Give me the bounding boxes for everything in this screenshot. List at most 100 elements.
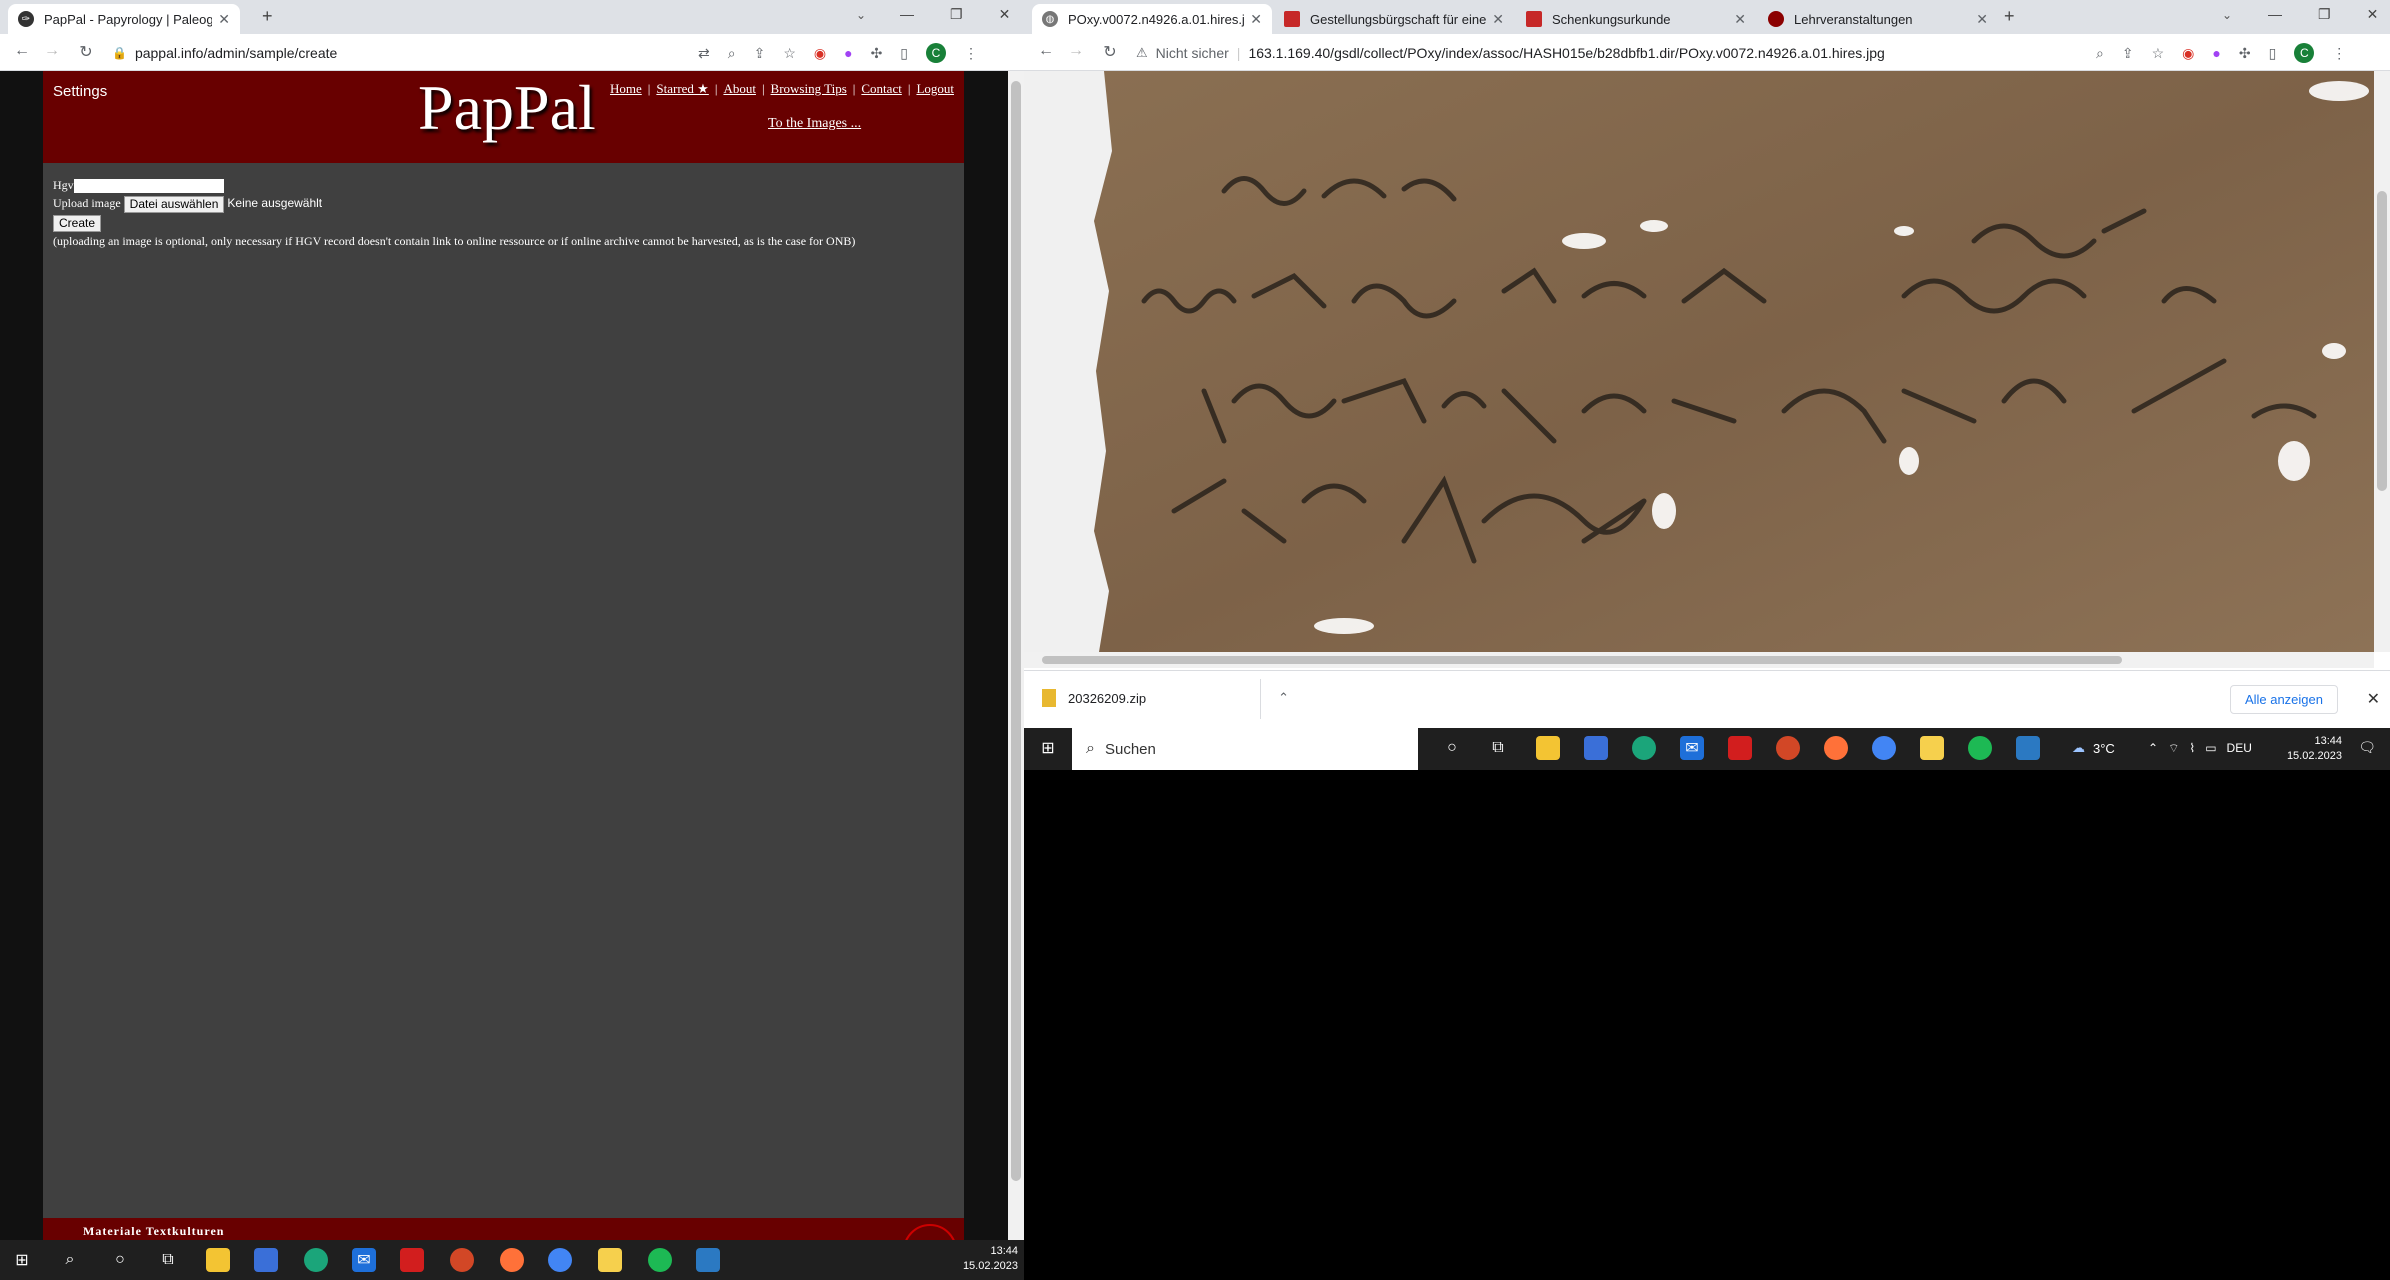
language-indicator[interactable]: DEU: [2227, 741, 2252, 756]
restore-icon[interactable]: ❐: [950, 6, 963, 23]
new-tab-icon[interactable]: +: [262, 6, 273, 27]
zoom-icon[interactable]: ⌕: [728, 45, 736, 62]
windows-start-icon[interactable]: ⊞: [1036, 736, 1060, 760]
acrobat-icon[interactable]: [400, 1248, 424, 1272]
nav-browsing-tips[interactable]: Browsing Tips: [771, 81, 847, 97]
forward-icon[interactable]: →: [1066, 42, 1086, 60]
left-vertical-scrollbar[interactable]: [1008, 71, 1024, 1240]
mail-icon[interactable]: ✉: [1680, 736, 1704, 760]
cortana-icon[interactable]: ○: [108, 1248, 132, 1272]
file-explorer-icon[interactable]: [1536, 736, 1560, 760]
close-icon[interactable]: ✕: [1734, 11, 1746, 28]
menu-icon[interactable]: ⋮: [964, 45, 978, 62]
sidebar-icon[interactable]: ▯: [900, 45, 908, 62]
cortana-icon[interactable]: ○: [1440, 736, 1464, 760]
spotify-icon[interactable]: [1968, 736, 1992, 760]
tab-gestellungsbuergschaft[interactable]: Gestellungsbürgschaft für eine N ✕: [1274, 4, 1514, 34]
nav-about[interactable]: About: [723, 81, 756, 97]
address-bar[interactable]: ⚠ Nicht sicher | 163.1.169.40/gsdl/colle…: [1136, 40, 1885, 66]
search-icon[interactable]: ⌕: [58, 1248, 82, 1272]
extension-purple-icon[interactable]: ●: [2212, 45, 2220, 61]
translate-icon[interactable]: ⇄: [698, 45, 710, 62]
menu-icon[interactable]: ⋮: [2332, 45, 2346, 62]
close-icon[interactable]: ✕: [2367, 689, 2380, 709]
chevron-up-icon[interactable]: ⌃: [1278, 690, 1289, 706]
battery-icon[interactable]: ▭: [2205, 741, 2216, 756]
chrome-icon[interactable]: [548, 1248, 572, 1272]
back-icon[interactable]: ←: [1036, 42, 1056, 60]
back-icon[interactable]: ←: [12, 42, 32, 60]
notification-icon[interactable]: 🗨: [2358, 739, 2376, 756]
zoom-icon[interactable]: ⌕: [2096, 45, 2104, 62]
right-clock[interactable]: 13:44 15.02.2023: [2287, 734, 2342, 764]
close-icon[interactable]: ✕: [1250, 11, 1262, 28]
tab-poxy-image[interactable]: ◍ POxy.v0072.n4926.a.01.hires.jpg ✕: [1032, 4, 1272, 34]
minimize-icon[interactable]: —: [900, 6, 914, 23]
chrome-icon[interactable]: [1872, 736, 1896, 760]
firefox-icon[interactable]: [500, 1248, 524, 1272]
close-icon[interactable]: ✕: [1976, 11, 1988, 28]
nav-home[interactable]: Home: [610, 81, 642, 97]
chevron-down-icon[interactable]: ⌄: [2222, 8, 2232, 22]
share-icon[interactable]: ⇪: [754, 45, 766, 62]
nav-contact[interactable]: Contact: [861, 81, 901, 97]
edge-icon[interactable]: [304, 1248, 328, 1272]
horizontal-scrollbar[interactable]: [1024, 652, 2374, 668]
chevron-down-icon[interactable]: ⌄: [856, 8, 866, 22]
network-icon[interactable]: ⌔: [2168, 741, 2179, 756]
avatar[interactable]: C: [2294, 43, 2315, 63]
chevron-up-icon[interactable]: ⌃: [2148, 741, 2158, 756]
task-view-icon[interactable]: ⧉: [156, 1248, 180, 1272]
to-images-link[interactable]: To the Images ...: [768, 116, 861, 132]
weather-widget[interactable]: ☁ 3°C: [2072, 740, 2115, 756]
nav-logout[interactable]: Logout: [916, 81, 954, 97]
file-explorer-icon[interactable]: [206, 1248, 230, 1272]
forward-icon[interactable]: →: [42, 42, 62, 60]
right-vertical-scrollbar[interactable]: [2374, 71, 2390, 652]
share-icon[interactable]: ⇪: [2122, 45, 2134, 62]
tab-pappal[interactable]: ✑ PapPal - Papyrology | Paleograph ✕: [8, 4, 240, 34]
minimize-icon[interactable]: —: [2268, 6, 2282, 23]
extension-purple-icon[interactable]: ●: [844, 45, 852, 61]
nav-starred[interactable]: Starred ★: [656, 81, 708, 97]
firefox-icon[interactable]: [1824, 736, 1848, 760]
extensions-puzzle-icon[interactable]: ✣: [2239, 45, 2251, 62]
extension-red-icon[interactable]: ◉: [2182, 45, 2194, 62]
taskbar-search[interactable]: ⌕ Suchen: [1072, 728, 1418, 770]
notes-icon[interactable]: [598, 1248, 622, 1272]
show-all-button[interactable]: Alle anzeigen: [2229, 685, 2338, 714]
mail-icon[interactable]: ✉: [352, 1248, 376, 1272]
powerpoint-icon[interactable]: [450, 1248, 474, 1272]
restore-icon[interactable]: ❐: [2318, 6, 2331, 23]
choose-file-button[interactable]: Datei auswählen: [123, 195, 225, 213]
star-icon[interactable]: ☆: [783, 45, 796, 62]
tab-lehrveranstaltungen[interactable]: Lehrveranstaltungen ✕: [1758, 4, 1998, 34]
papyrus-image[interactable]: [1024, 71, 2374, 652]
close-icon[interactable]: ✕: [1492, 11, 1504, 28]
powerpoint-icon[interactable]: [1776, 736, 1800, 760]
store-icon[interactable]: [254, 1248, 278, 1272]
close-window-icon[interactable]: ✕: [999, 6, 1011, 23]
settings-link[interactable]: Settings: [53, 83, 107, 100]
windows-start-icon[interactable]: ⊞: [10, 1248, 34, 1272]
new-tab-icon[interactable]: +: [2004, 6, 2015, 27]
store-icon[interactable]: [1584, 736, 1608, 760]
create-button[interactable]: Create: [53, 214, 102, 232]
address-bar[interactable]: 🔒 pappal.info/admin/sample/create: [112, 40, 337, 66]
spotify-icon[interactable]: [648, 1248, 672, 1272]
close-icon[interactable]: ✕: [218, 11, 230, 28]
photos-icon[interactable]: [696, 1248, 720, 1272]
hgv-input[interactable]: [73, 179, 224, 194]
download-item[interactable]: 20326209.zip ⌃: [1042, 689, 1289, 707]
extensions-puzzle-icon[interactable]: ✣: [871, 45, 883, 62]
reload-icon[interactable]: ↻: [76, 42, 96, 62]
acrobat-icon[interactable]: [1728, 736, 1752, 760]
tab-schenkungsurkunde[interactable]: Schenkungsurkunde ✕: [1516, 4, 1756, 34]
wifi-icon[interactable]: ⌇: [2189, 741, 2195, 756]
reload-icon[interactable]: ↻: [1100, 42, 1120, 62]
star-icon[interactable]: ☆: [2152, 45, 2165, 62]
photos-icon[interactable]: [2016, 736, 2040, 760]
left-clock[interactable]: 13:44 15.02.2023: [963, 1244, 1018, 1274]
extension-red-icon[interactable]: ◉: [814, 45, 826, 62]
pappal-logo[interactable]: PapPal: [418, 71, 596, 145]
